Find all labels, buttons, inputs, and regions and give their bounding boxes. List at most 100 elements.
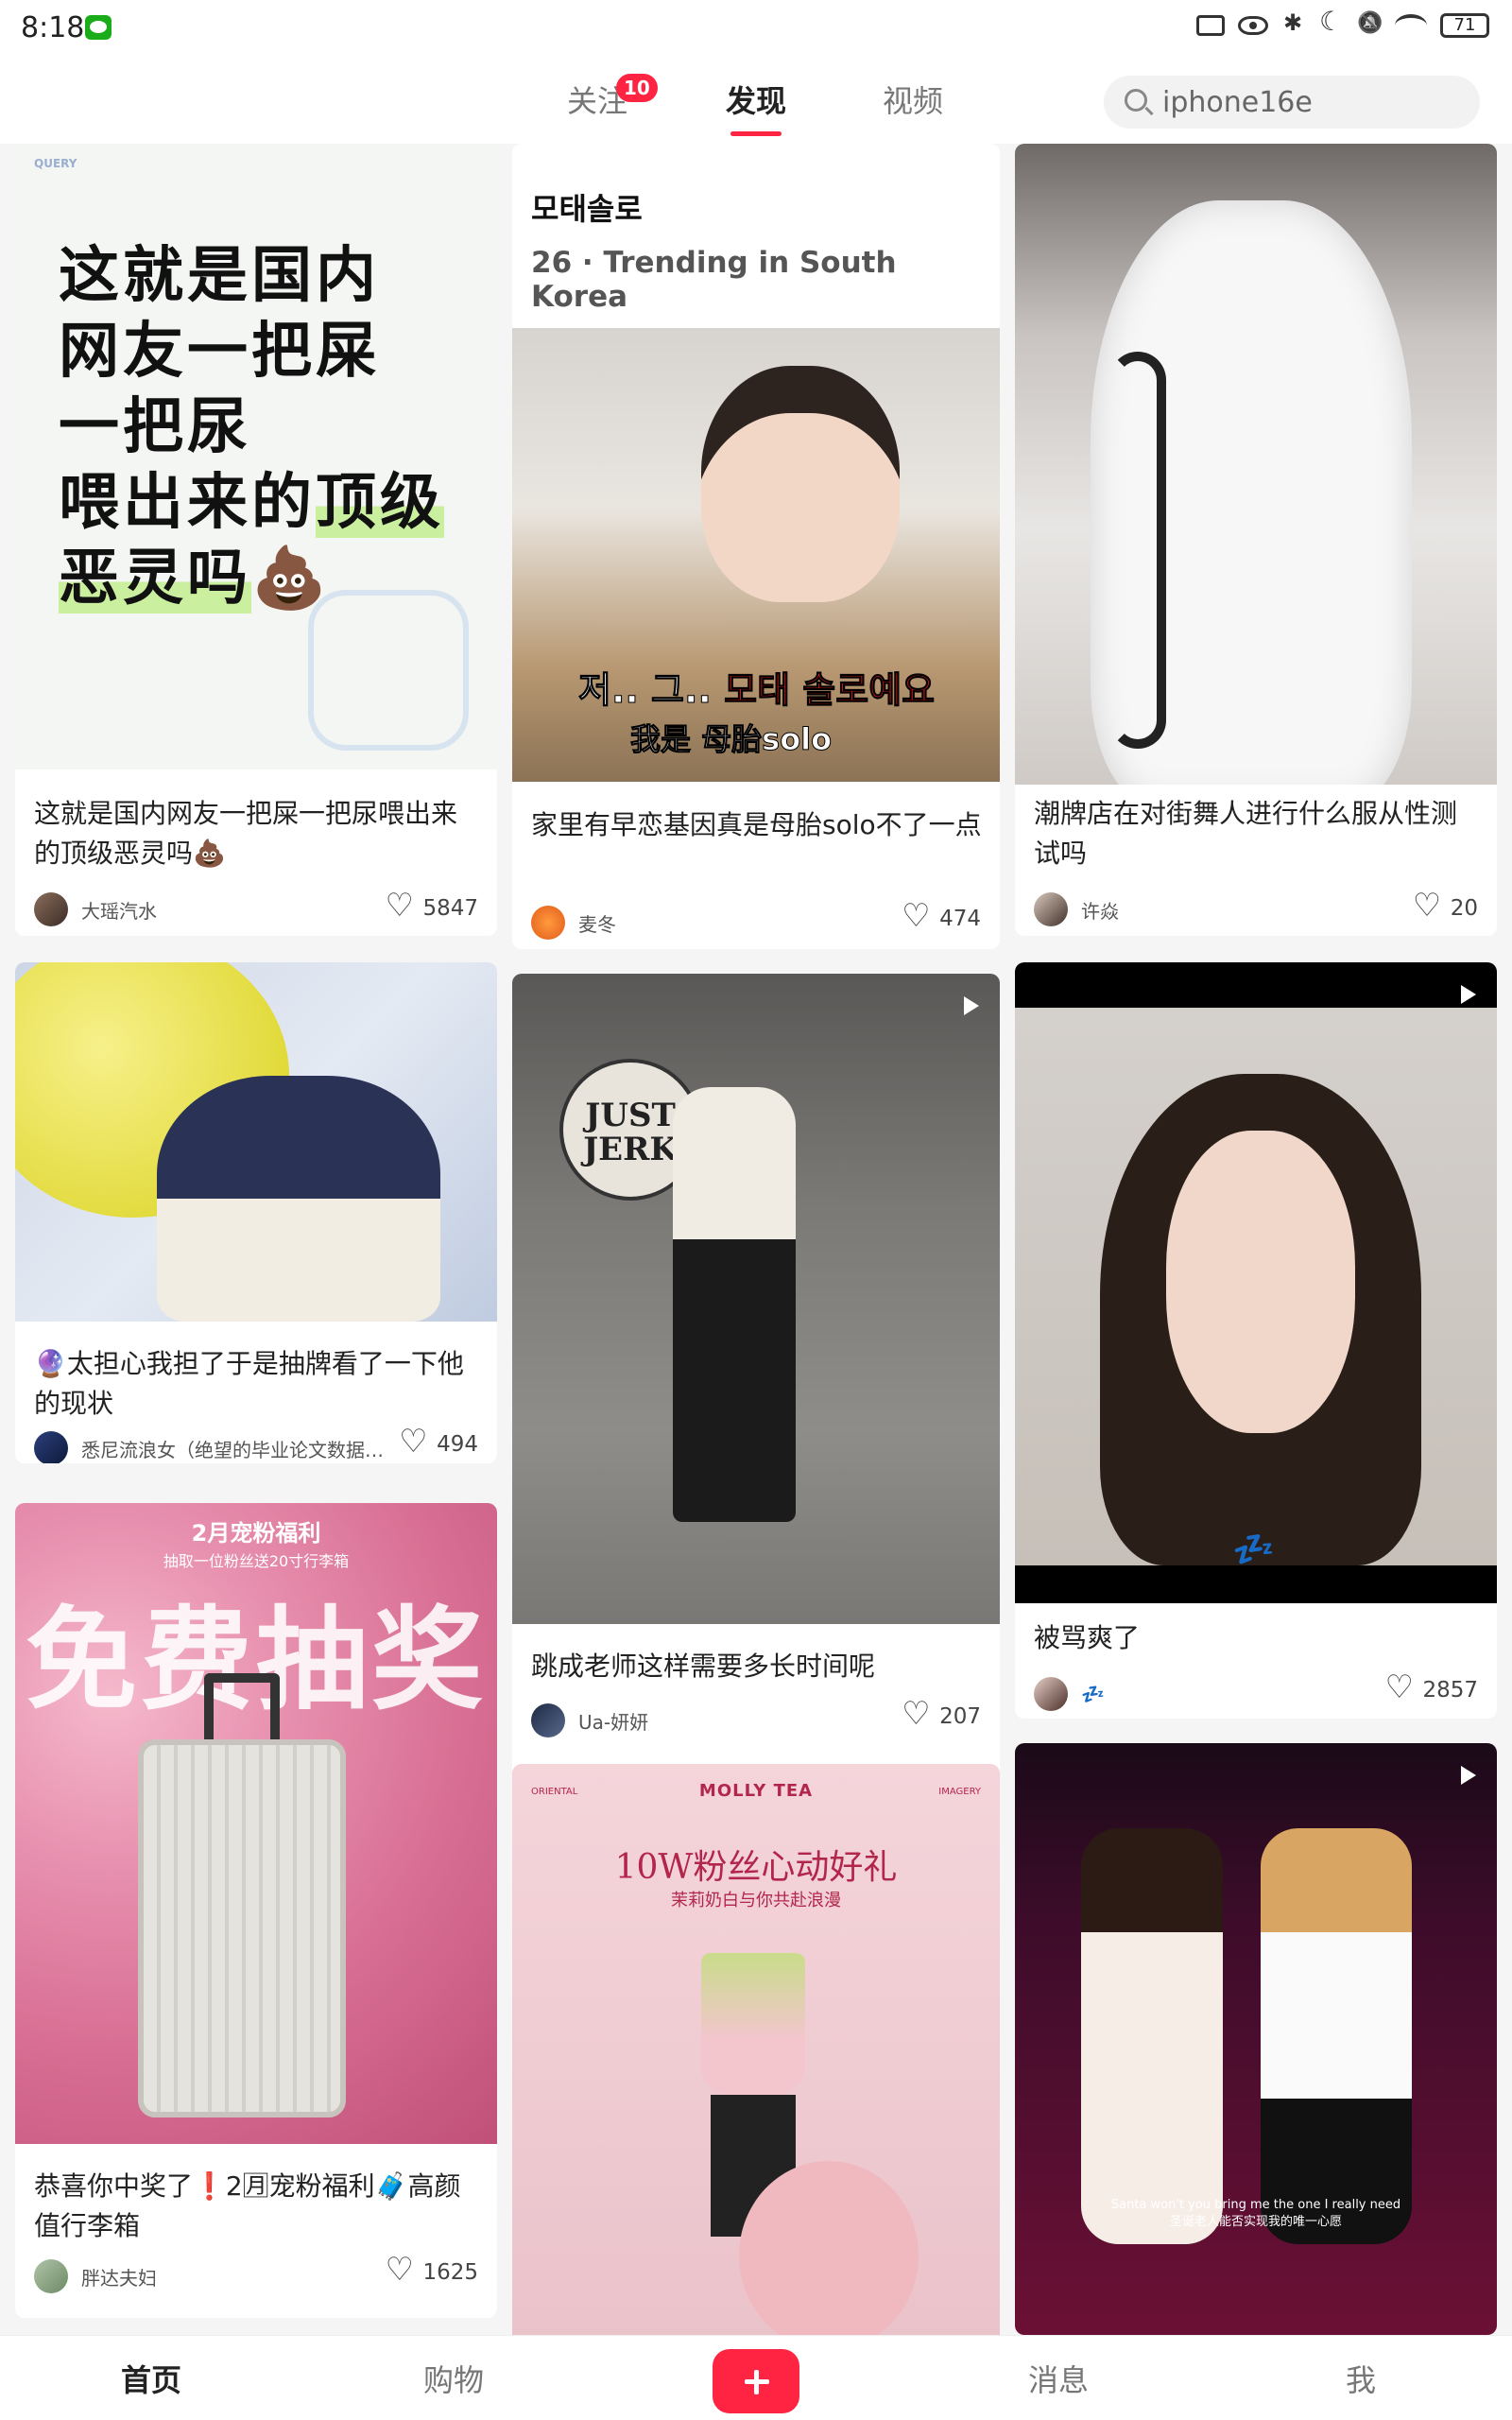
note-author[interactable]: 💤	[1034, 1677, 1105, 1711]
brand-name: MOLLY TEA	[698, 1781, 814, 1801]
search-bar[interactable]	[1104, 76, 1480, 129]
play-icon	[1461, 1766, 1476, 1785]
system-icons: 71	[1196, 6, 1489, 38]
bunny-plush-graphic	[739, 2161, 919, 2335]
note-card[interactable]: ORIENTAL IMAGERY MOLLY TEA 10W粉丝心动好礼 茉莉奶…	[512, 1764, 1000, 2335]
performer-graphic	[1081, 1828, 1223, 2244]
note-title: 这就是国内网友一把屎一把尿喂出来的顶级恶灵吗💩	[34, 798, 458, 869]
video-subtitle-chinese: 我是 母胎solo	[629, 721, 833, 758]
avatar	[34, 2259, 68, 2293]
meme-text: 这就是国内 网友一把屎 一把尿 喂出来的顶级 恶灵吗💩	[59, 241, 444, 614]
follow-badge: 10	[616, 74, 658, 102]
note-cover-image	[1015, 144, 1497, 785]
avatar	[1034, 892, 1068, 926]
heart-icon	[399, 1428, 429, 1458]
performer-graphic	[1261, 1828, 1412, 2244]
promo-subline: 茉莉奶白与你共赴浪漫	[671, 1891, 841, 1910]
note-author[interactable]: 许焱	[1034, 892, 1119, 926]
note-author[interactable]: 大瑶汽水	[34, 892, 157, 926]
tab-video[interactable]: 视频	[883, 78, 943, 121]
avatar	[531, 906, 565, 940]
heart-icon	[902, 1701, 932, 1730]
like-button[interactable]: 5847	[385, 892, 478, 922]
play-icon	[1461, 985, 1476, 1004]
snake-print-graphic	[1109, 352, 1166, 749]
trend-keyword: 모태솔로	[531, 191, 643, 227]
note-cover-image: Santa won't you bring me the one I reall…	[1015, 1743, 1497, 2335]
banner-subtitle: 抽取一位粉丝送20寸行李箱	[163, 1552, 350, 1570]
note-cover-image: 2月宠粉福利 抽取一位粉丝送20寸行李箱 免费抽奖	[15, 1503, 497, 2144]
like-button[interactable]: 474	[902, 903, 981, 932]
wifi-icon	[1395, 14, 1427, 37]
nav-profile[interactable]: 我	[1346, 2357, 1376, 2400]
like-button[interactable]: 1625	[385, 2256, 478, 2286]
trend-subtitle: 26 · Trending in South Korea	[531, 246, 897, 314]
search-icon	[1125, 89, 1147, 112]
like-button[interactable]: 2857	[1384, 1674, 1478, 1703]
drink-cup-graphic	[701, 1953, 805, 2095]
wechat-icon	[85, 15, 112, 40]
help-hand-graphic	[308, 590, 469, 751]
banner-title: 2月宠粉福利	[191, 1520, 321, 1547]
note-card[interactable]: 2月宠粉福利 抽取一位粉丝送20寸行李箱 免费抽奖 恭喜你中奖了❗2🈷宠粉福利🧳…	[15, 1503, 497, 2318]
note-title: 家里有早恋基因真是母胎solo不了一点	[531, 809, 982, 840]
avatar	[34, 892, 68, 926]
note-cover-image: ORIENTAL IMAGERY MOLLY TEA 10W粉丝心动好礼 茉莉奶…	[512, 1764, 1000, 2335]
suitcase-graphic	[138, 1739, 346, 2118]
note-cover-image: JUST JERK	[512, 974, 1000, 1624]
play-icon	[964, 996, 979, 1015]
note-cover-image: QUERY 这就是国内 网友一把屎 一把尿 喂出来的顶级 恶灵吗💩	[15, 144, 497, 769]
avatar	[1034, 1677, 1068, 1711]
note-author[interactable]: 麦冬	[531, 906, 616, 940]
note-title: 跳成老师这样需要多长时间呢	[531, 1651, 876, 1682]
note-card[interactable]: Santa won't you bring me the one I reall…	[1015, 1743, 1497, 2335]
note-title: 🔮太担心我担了于是抽牌看了一下他的现状	[34, 1348, 464, 1419]
nav-shopping[interactable]: 购物	[423, 2357, 484, 2400]
heart-icon	[385, 892, 415, 922]
trend-header: 모태솔로 26 · Trending in South Korea	[512, 144, 1000, 328]
promo-headline: 10W粉丝心动好礼	[614, 1848, 898, 1887]
heart-icon	[385, 2256, 415, 2286]
search-input[interactable]	[1162, 81, 1465, 123]
dancer-graphic	[673, 1087, 796, 1522]
note-author[interactable]: Ua-妍妍	[531, 1703, 648, 1737]
note-card[interactable]: 모태솔로 26 · Trending in South Korea 저.. 그.…	[512, 144, 1000, 949]
sleep-emoji: 💤	[1232, 1530, 1275, 1569]
create-post-button[interactable]	[713, 2349, 799, 2413]
clock: 8:18	[21, 11, 85, 44]
eye-icon	[1238, 16, 1268, 35]
note-card[interactable]: QUERY 这就是国内 网友一把屎 一把尿 喂出来的顶级 恶灵吗💩 这就是国内网…	[15, 144, 497, 936]
note-title: 潮牌店在对街舞人进行什么服从性测试吗	[1034, 798, 1458, 869]
like-button[interactable]: 20	[1413, 892, 1478, 922]
tab-discover[interactable]: 发现	[726, 78, 786, 121]
status-bar: 8:18 71	[0, 0, 1512, 57]
discover-feed[interactable]: QUERY 这就是国内 网友一把屎 一把尿 喂出来的顶级 恶灵吗💩 这就是国内网…	[0, 144, 1512, 2335]
heart-icon	[1384, 1674, 1415, 1703]
nav-home[interactable]: 首页	[121, 2357, 181, 2400]
video-subtitle-korean: 저.. 그.. 모태 솔로예요	[577, 669, 936, 712]
video-subtitle: Santa won't you bring me the one I reall…	[1110, 2198, 1401, 2229]
note-author[interactable]: 悉尼流浪女（绝望的毕业论文数据版）	[34, 1431, 393, 1463]
moon-icon	[1319, 6, 1344, 38]
nav-messages[interactable]: 消息	[1028, 2357, 1089, 2400]
person-graphic	[701, 366, 900, 602]
like-button[interactable]: 494	[399, 1428, 478, 1458]
note-cover-image	[15, 962, 497, 1322]
note-card[interactable]: JUSTJERK 跳成老师这样需要多长时间呢 Ua-妍妍 207	[512, 974, 1000, 1889]
mute-bell-icon	[1357, 13, 1382, 38]
person-graphic	[157, 1076, 440, 1322]
bluetooth-icon	[1281, 9, 1306, 38]
note-author[interactable]: 胖达夫妇	[34, 2259, 157, 2293]
suitcase-handle-graphic	[204, 1673, 280, 1749]
like-button[interactable]: 207	[902, 1701, 981, 1730]
note-card[interactable]: 💤 被骂爽了 💤 2857	[1015, 962, 1497, 1719]
note-card[interactable]: 潮牌店在对街舞人进行什么服从性测试吗 许焱 20	[1015, 144, 1497, 936]
meme-tag: QUERY	[34, 157, 77, 170]
top-navigation: 关注 10 发现 视频	[0, 57, 1512, 144]
note-cover-image: 💤	[1015, 962, 1497, 1603]
note-card[interactable]: 🔮太担心我担了于是抽牌看了一下他的现状 悉尼流浪女（绝望的毕业论文数据版） 49…	[15, 962, 497, 1463]
avatar	[34, 1431, 68, 1463]
note-cover-image: 저.. 그.. 모태 솔로예요 我是 母胎solo	[512, 328, 1000, 782]
note-title: 被骂爽了	[1034, 1622, 1141, 1653]
avatar	[531, 1703, 565, 1737]
